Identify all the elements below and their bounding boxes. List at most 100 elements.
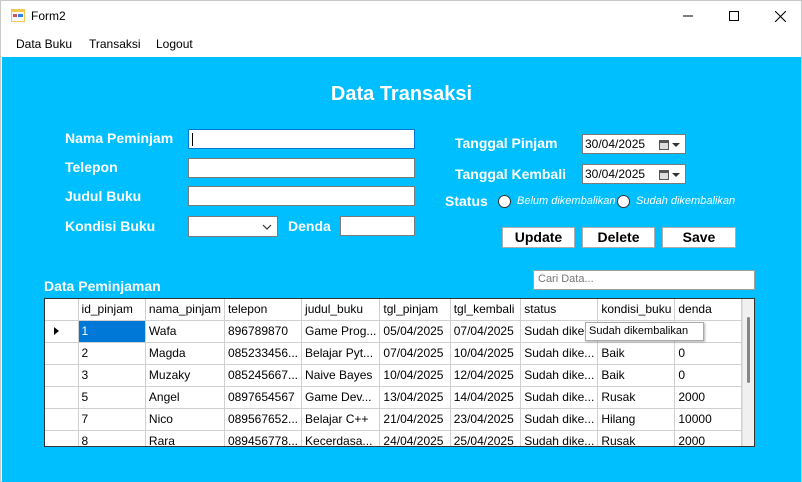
table-cell[interactable]: Kecerdasa...	[301, 430, 381, 446]
table-row[interactable]: 2 Magda 085233456... Belajar Pyt... 07/0…	[45, 342, 742, 365]
column-header[interactable]: id_pinjam	[78, 299, 146, 321]
table-cell[interactable]: Belajar C++	[301, 408, 381, 431]
row-header[interactable]	[45, 364, 79, 387]
row-header[interactable]	[45, 386, 79, 409]
table-cell[interactable]: Rusak	[597, 430, 676, 446]
column-header[interactable]: tgl_kembali	[450, 299, 522, 321]
column-header[interactable]: denda	[674, 299, 742, 321]
table-cell[interactable]: 089567652...	[224, 408, 303, 431]
table-cell[interactable]: 2000	[674, 386, 742, 409]
table-row[interactable]: 3 Muzaky 085245667... Naive Bayes 10/04/…	[45, 364, 742, 387]
table-cell[interactable]: 12/04/2025	[450, 364, 522, 387]
nama-peminjam-input[interactable]	[188, 129, 415, 149]
table-cell[interactable]: 3	[78, 364, 146, 387]
table-cell[interactable]: 10/04/2025	[379, 364, 451, 387]
status-belum-label[interactable]: Belum dikembalikan	[517, 195, 615, 207]
menu-bar: Data Buku Transaksi Logout	[1, 32, 801, 56]
table-cell[interactable]: Naive Bayes	[301, 364, 381, 387]
table-cell[interactable]: 5	[78, 386, 146, 409]
row-header[interactable]	[45, 408, 79, 431]
table-cell[interactable]: Rara	[145, 430, 225, 446]
vertical-scrollbar[interactable]	[742, 299, 754, 446]
table-cell[interactable]: Angel	[145, 386, 225, 409]
scrollbar-thumb[interactable]	[747, 317, 750, 383]
row-header[interactable]	[45, 320, 79, 343]
table-header-row: id_pinjam nama_pinjam telepon judul_buku…	[45, 299, 742, 321]
table-cell[interactable]: 13/04/2025	[379, 386, 451, 409]
menu-item-transaksi[interactable]: Transaksi	[89, 37, 141, 51]
close-button[interactable]	[757, 1, 802, 31]
menu-item-data-buku[interactable]: Data Buku	[16, 37, 72, 51]
table-cell[interactable]: 05/04/2025	[379, 320, 451, 343]
tanggal-pinjam-picker[interactable]: 30/04/2025	[582, 134, 686, 154]
table-cell[interactable]: Sudah dike...	[520, 342, 599, 365]
column-header[interactable]: status	[520, 299, 599, 321]
table-cell[interactable]: 23/04/2025	[450, 408, 522, 431]
table-cell[interactable]: 10000	[674, 408, 742, 431]
table-cell[interactable]: Belajar Pyt...	[301, 342, 381, 365]
table-cell[interactable]: 10/04/2025	[450, 342, 522, 365]
column-header[interactable]: judul_buku	[301, 299, 381, 321]
table-row[interactable]: 7 Nico 089567652... Belajar C++ 21/04/20…	[45, 408, 742, 431]
status-belum-radio[interactable]	[498, 195, 511, 208]
table-cell[interactable]: Rusak	[597, 386, 676, 409]
table-cell[interactable]: Magda	[145, 342, 225, 365]
column-header[interactable]: telepon	[224, 299, 303, 321]
table-cell[interactable]: 8	[78, 430, 146, 446]
table-cell[interactable]: 0897654567	[224, 386, 303, 409]
table-cell[interactable]: Sudah dike...	[520, 408, 599, 431]
table-cell[interactable]: Nico	[145, 408, 225, 431]
table-cell[interactable]: 089456778...	[224, 430, 303, 446]
table-cell[interactable]: 07/04/2025	[379, 342, 451, 365]
search-input[interactable]: Cari Data...	[533, 270, 755, 290]
telepon-input[interactable]	[188, 158, 415, 178]
minimize-button[interactable]	[665, 1, 711, 31]
tanggal-kembali-picker[interactable]: 30/04/2025	[582, 164, 686, 184]
table-cell[interactable]: Sudah dike...	[520, 430, 599, 446]
table-cell[interactable]: Sudah dike...	[520, 364, 599, 387]
kondisi-buku-dropdown[interactable]	[188, 216, 278, 237]
table-cell[interactable]: 21/04/2025	[379, 408, 451, 431]
table-cell[interactable]: 25/04/2025	[450, 430, 522, 446]
nama-peminjam-label: Nama Peminjam	[65, 130, 174, 146]
maximize-button[interactable]	[711, 1, 757, 31]
table-cell[interactable]: 085233456...	[224, 342, 303, 365]
status-sudah-radio[interactable]	[617, 195, 630, 208]
table-cell[interactable]: Muzaky	[145, 364, 225, 387]
table-row[interactable]: 5 Angel 0897654567 Game Dev... 13/04/202…	[45, 386, 742, 409]
status-sudah-label[interactable]: Sudah dikembalikan	[636, 195, 735, 207]
table-cell[interactable]: 14/04/2025	[450, 386, 522, 409]
save-button[interactable]: Save	[662, 227, 736, 248]
table-cell[interactable]: Baik	[597, 342, 676, 365]
column-header[interactable]: nama_pinjam	[145, 299, 225, 321]
delete-button[interactable]: Delete	[582, 227, 655, 248]
table-cell[interactable]: 07/04/2025	[450, 320, 522, 343]
table-cell[interactable]: 2	[78, 342, 146, 365]
tanggal-pinjam-label: Tanggal Pinjam	[455, 135, 558, 151]
calendar-icon[interactable]	[659, 138, 681, 151]
update-button[interactable]: Update	[502, 227, 575, 248]
table-cell[interactable]: Game Dev...	[301, 386, 381, 409]
table-cell[interactable]: 1	[78, 320, 146, 343]
table-cell[interactable]: Game Prog...	[301, 320, 381, 343]
table-cell[interactable]: Baik	[597, 364, 676, 387]
denda-input[interactable]	[340, 216, 415, 236]
row-header[interactable]	[45, 342, 79, 365]
table-cell[interactable]: 7	[78, 408, 146, 431]
table-cell[interactable]: 0	[674, 364, 742, 387]
column-header[interactable]: kondisi_buku	[597, 299, 676, 321]
table-cell[interactable]: 0	[674, 342, 742, 365]
column-header[interactable]: tgl_pinjam	[379, 299, 451, 321]
table-cell[interactable]: Sudah dike...	[520, 386, 599, 409]
table-cell[interactable]: Hilang	[597, 408, 676, 431]
menu-item-logout[interactable]: Logout	[156, 37, 193, 51]
table-cell[interactable]: 896789870	[224, 320, 303, 343]
row-header[interactable]	[45, 430, 79, 446]
calendar-icon[interactable]	[659, 168, 681, 181]
judul-buku-input[interactable]	[188, 186, 415, 206]
table-cell[interactable]: 24/04/2025	[379, 430, 451, 446]
table-cell[interactable]: 085245667...	[224, 364, 303, 387]
table-row[interactable]: 8 Rara 089456778... Kecerdasa... 24/04/2…	[45, 430, 742, 446]
table-cell[interactable]: 2000	[674, 430, 742, 446]
table-cell[interactable]: Wafa	[145, 320, 225, 343]
